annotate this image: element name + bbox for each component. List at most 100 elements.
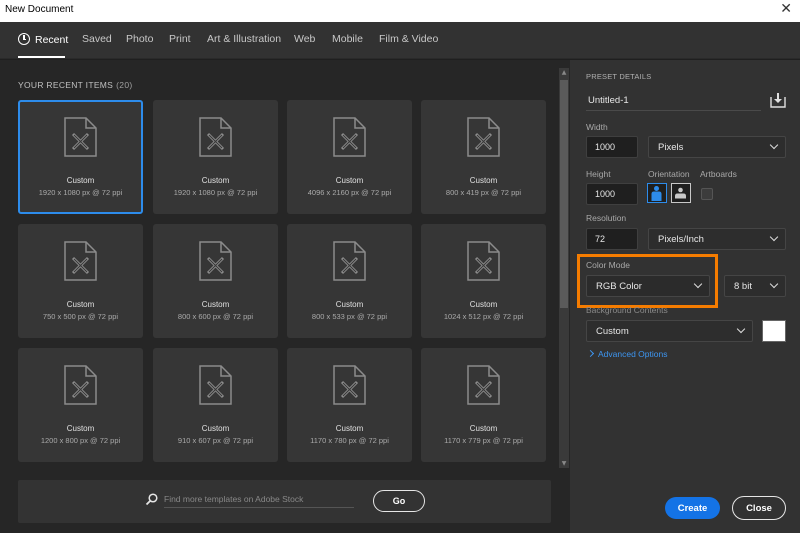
recent-item-name: Custom [201, 176, 230, 185]
landscape-icon [675, 187, 686, 199]
recent-item-size: 750 x 500 px @ 72 ppi [42, 312, 119, 321]
recent-item-card[interactable]: Custom 1920 x 1080 px @ 72 ppi [153, 100, 278, 214]
category-tabs: Recent Saved Photo Print Art & Illustrat… [0, 22, 800, 59]
close-icon[interactable]: ✕ [780, 1, 792, 17]
document-icon [199, 365, 232, 405]
document-icon [199, 241, 232, 281]
artboards-checkbox[interactable] [701, 188, 713, 200]
background-contents-value: Custom [596, 326, 629, 337]
recent-item-card[interactable]: Custom 800 x 419 px @ 72 ppi [421, 100, 546, 214]
resolution-unit-value: Pixels/Inch [658, 234, 704, 245]
recent-item-name: Custom [201, 300, 230, 309]
recent-item-card[interactable]: Custom 800 x 600 px @ 72 ppi [153, 224, 278, 338]
recent-item-name: Custom [66, 176, 95, 185]
height-label: Height [586, 169, 611, 179]
scrollbar[interactable]: ▲ ▼ [559, 68, 569, 468]
recent-item-name: Custom [335, 300, 364, 309]
width-input[interactable] [586, 136, 638, 158]
recent-item-card[interactable]: Custom 910 x 607 px @ 72 ppi [153, 348, 278, 462]
document-icon [467, 241, 500, 281]
go-button[interactable]: Go [373, 490, 425, 512]
chevron-down-icon [736, 324, 746, 334]
tab-photo[interactable]: Photo [126, 33, 153, 45]
width-unit-value: Pixels [658, 142, 684, 153]
recent-item-size: 1170 x 779 px @ 72 ppi [444, 436, 523, 445]
document-icon [467, 365, 500, 405]
save-preset-icon[interactable] [769, 91, 787, 109]
tab-art-illustration[interactable]: Art & Illustration [207, 33, 281, 45]
recent-item-name: Custom [66, 300, 95, 309]
recent-item-card[interactable]: Custom 1024 x 512 px @ 72 ppi [421, 224, 546, 338]
document-icon [333, 365, 366, 405]
recent-item-name: Custom [335, 176, 364, 185]
recent-item-name: Custom [335, 424, 364, 433]
recent-item-card[interactable]: Custom 1170 x 780 px @ 72 ppi [287, 348, 412, 462]
chevron-down-icon [769, 140, 779, 150]
orientation-label: Orientation [648, 169, 690, 179]
recent-item-size: 800 x 419 px @ 72 ppi [445, 188, 522, 197]
background-color-swatch[interactable] [762, 320, 786, 342]
create-button[interactable]: Create [665, 497, 720, 519]
background-contents-select[interactable]: Custom [586, 320, 753, 342]
chevron-down-icon [693, 279, 703, 289]
scroll-up-icon[interactable]: ▲ [559, 69, 569, 76]
active-tab-indicator [18, 56, 65, 58]
document-icon [64, 117, 97, 157]
recent-title: YOUR RECENT ITEMS [18, 80, 114, 90]
recent-item-size: 910 x 607 px @ 72 ppi [177, 436, 254, 445]
recent-item-size: 1920 x 1080 px @ 72 ppi [173, 188, 258, 197]
chevron-down-icon [769, 279, 779, 289]
tab-web[interactable]: Web [294, 33, 315, 45]
document-icon [467, 117, 500, 157]
width-unit-select[interactable]: Pixels [648, 136, 786, 158]
tab-label: Recent [35, 34, 69, 46]
background-contents-label: Background Contents [586, 305, 668, 315]
preset-details-title: PRESET DETAILS [586, 72, 652, 81]
recent-item-card[interactable]: Custom 1170 x 779 px @ 72 ppi [421, 348, 546, 462]
tab-saved[interactable]: Saved [82, 33, 112, 45]
recent-item-size: 1024 x 512 px @ 72 ppi [443, 312, 524, 321]
document-icon [333, 117, 366, 157]
recent-items-heading: YOUR RECENT ITEMS (20) [18, 80, 132, 90]
document-name-input[interactable] [586, 91, 761, 111]
preset-details-panel: PRESET DETAILS Width Pixels Height Orien… [570, 60, 800, 533]
chevron-right-icon [586, 349, 595, 358]
recent-item-size: 1170 x 780 px @ 72 ppi [310, 436, 389, 445]
advanced-options-label: Advanced Options [598, 349, 668, 359]
window-title: New Document [5, 4, 74, 15]
tab-recent[interactable]: Recent [18, 33, 68, 46]
search-icon [145, 493, 158, 506]
recent-item-card[interactable]: Custom 800 x 533 px @ 72 ppi [287, 224, 412, 338]
tab-mobile[interactable]: Mobile [332, 33, 363, 45]
recent-count: (20) [116, 80, 133, 90]
close-button[interactable]: Close [732, 496, 786, 520]
recent-item-card[interactable]: Custom 4096 x 2160 px @ 72 ppi [287, 100, 412, 214]
portrait-orientation-button[interactable] [647, 183, 667, 203]
color-mode-select[interactable]: RGB Color [586, 275, 710, 297]
resolution-label: Resolution [586, 213, 627, 223]
chevron-down-icon [769, 232, 779, 242]
recent-item-name: Custom [66, 424, 95, 433]
recent-item-card[interactable]: Custom 1920 x 1080 px @ 72 ppi [18, 100, 143, 214]
recent-item-size: 4096 x 2160 px @ 72 ppi [307, 188, 392, 197]
recent-item-card[interactable]: Custom 750 x 500 px @ 72 ppi [18, 224, 143, 338]
advanced-options-toggle[interactable]: Advanced Options [586, 349, 668, 359]
landscape-orientation-button[interactable] [671, 183, 691, 203]
tab-film-video[interactable]: Film & Video [379, 33, 438, 45]
height-input[interactable] [586, 183, 638, 205]
resolution-input[interactable] [586, 228, 638, 250]
recent-item-name: Custom [201, 424, 230, 433]
tab-print[interactable]: Print [169, 33, 191, 45]
resolution-unit-select[interactable]: Pixels/Inch [648, 228, 786, 250]
recent-item-size: 1920 x 1080 px @ 72 ppi [38, 188, 123, 197]
scroll-down-icon[interactable]: ▼ [559, 460, 569, 467]
portrait-icon [651, 186, 662, 201]
recent-item-size: 800 x 533 px @ 72 ppi [311, 312, 388, 321]
title-bar: New Document ✕ [0, 0, 800, 22]
stock-search-input[interactable] [164, 491, 354, 508]
recent-item-card[interactable]: Custom 1200 x 800 px @ 72 ppi [18, 348, 143, 462]
bit-depth-select[interactable]: 8 bit [724, 275, 786, 297]
recent-panel: YOUR RECENT ITEMS (20) Custom 1920 x 1080 … [0, 60, 570, 533]
scrollbar-thumb[interactable] [560, 80, 568, 308]
recent-item-name: Custom [469, 300, 498, 309]
